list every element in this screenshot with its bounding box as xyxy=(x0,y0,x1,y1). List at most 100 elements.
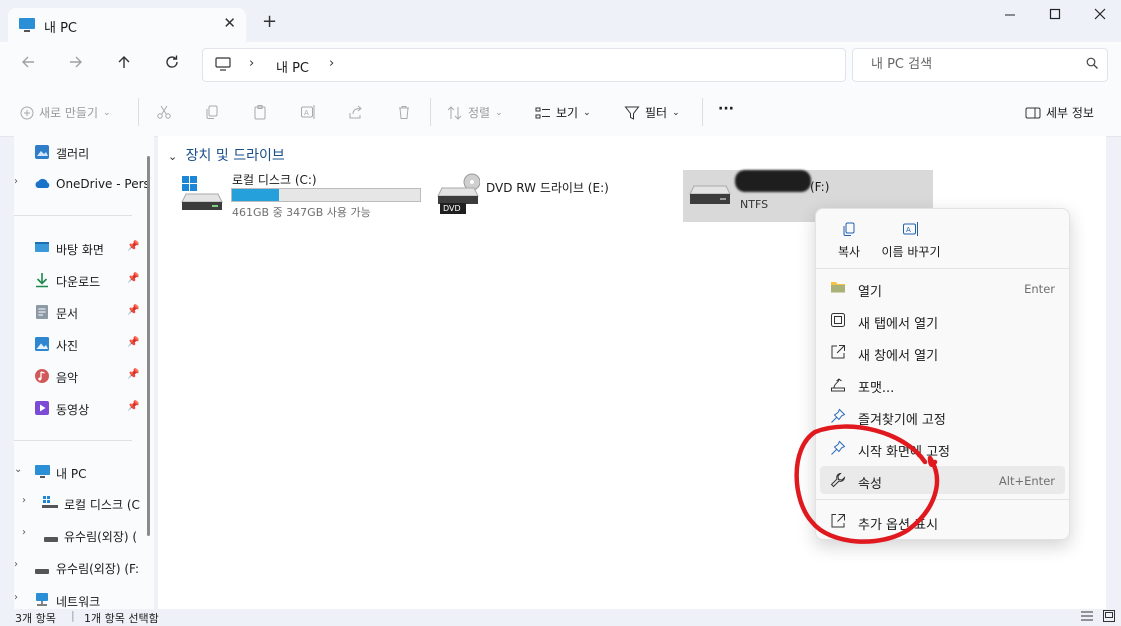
gallery-icon xyxy=(34,144,50,163)
details-label: 세부 정보 xyxy=(1046,106,1094,120)
sidebar-item-label: OneDrive - Pers xyxy=(56,177,150,191)
filter-button[interactable]: 필터 ⌄ xyxy=(624,104,680,121)
chevron-right-icon[interactable]: › xyxy=(249,56,254,71)
menu-label: 새 탭에서 열기 xyxy=(858,317,939,332)
monitor-icon xyxy=(215,57,231,75)
sidebar-item-desktop[interactable]: 바탕 화면 📌 xyxy=(14,236,154,260)
pin-icon xyxy=(830,440,846,459)
details-view-icon[interactable] xyxy=(1081,610,1093,625)
chevron-down-icon: ⌄ xyxy=(672,107,680,118)
drive-item-e[interactable]: DVD DVD RW 드라이브 (E:) xyxy=(432,170,668,218)
more-options-icon xyxy=(830,513,846,532)
chevron-right-icon[interactable]: › xyxy=(22,495,26,506)
svg-text:A: A xyxy=(304,109,309,117)
chevron-right-icon[interactable]: › xyxy=(14,592,18,603)
search-input[interactable] xyxy=(869,56,1073,73)
pin-icon: 📌 xyxy=(127,305,140,316)
menu-item-open-new-tab[interactable]: 새 탭에서 열기 xyxy=(820,306,1065,334)
sidebar-item-usb-drive[interactable]: › 유수림(외장) ( xyxy=(14,523,154,547)
menu-label: 열기 xyxy=(858,285,882,300)
delete-button[interactable] xyxy=(396,104,412,120)
sidebar-item-network[interactable]: › 네트워크 xyxy=(14,588,154,609)
sidebar-item-usb-drive-f[interactable]: › 유수림(외장) (F: xyxy=(14,555,154,579)
chevron-right-icon[interactable]: › xyxy=(329,56,334,71)
menu-item-open-new-window[interactable]: 새 창에서 열기 xyxy=(820,338,1065,366)
details-pane-button[interactable]: 세부 정보 xyxy=(1025,104,1094,121)
sidebar-item-this-pc[interactable]: ⌄ 내 PC xyxy=(14,460,154,484)
rename-button[interactable]: A xyxy=(300,104,316,120)
sidebar-item-onedrive[interactable]: › OneDrive - Pers xyxy=(14,172,154,196)
minimize-button[interactable] xyxy=(1004,6,1016,24)
chevron-down-icon[interactable]: ⌄ xyxy=(14,464,22,475)
sort-button[interactable]: 정렬 ⌄ xyxy=(447,104,503,121)
more-options-button[interactable]: ··· xyxy=(718,101,734,117)
chevron-down-icon: ⌄ xyxy=(103,107,111,118)
cut-button[interactable] xyxy=(156,104,172,120)
tab-this-pc[interactable]: 내 PC ✕ xyxy=(8,8,246,42)
view-button[interactable]: 보기 ⌄ xyxy=(535,104,591,121)
menu-item-pin-start[interactable]: 시작 화면에 고정 xyxy=(820,434,1065,462)
menu-item-pin-favorites[interactable]: 즐겨찾기에 고정 xyxy=(820,402,1065,430)
menu-item-show-more-options[interactable]: 추가 옵션 표시 xyxy=(820,507,1065,535)
details-pane-icon xyxy=(1025,107,1041,118)
drive-name: 로컬 디스크 (C:) xyxy=(232,173,317,187)
copy-label: 복사 xyxy=(837,245,861,259)
rename-icon: A xyxy=(301,105,315,119)
close-window-button[interactable] xyxy=(1094,6,1106,24)
wrench-icon xyxy=(830,472,846,491)
chevron-right-icon[interactable]: › xyxy=(14,176,18,187)
drive-item-c[interactable]: 로컬 디스크 (C:) 461GB 중 347GB 사용 가능 xyxy=(176,170,424,219)
new-button[interactable]: 새로 만들기 ⌄ xyxy=(20,104,111,121)
menu-item-open[interactable]: 열기 Enter xyxy=(820,274,1065,302)
back-button[interactable] xyxy=(20,54,36,75)
group-title: 장치 및 드라이브 xyxy=(185,148,285,164)
copy-icon xyxy=(206,105,218,119)
sidebar-item-local-disk[interactable]: › 로컬 디스크 (C xyxy=(14,491,154,515)
forward-button[interactable] xyxy=(68,54,84,75)
monitor-icon xyxy=(18,17,36,36)
copy-button[interactable] xyxy=(204,104,220,120)
tiles-view-icon[interactable] xyxy=(1103,610,1115,625)
maximize-button[interactable] xyxy=(1049,6,1061,24)
address-bar[interactable]: › 내 PC › xyxy=(202,48,846,82)
menu-item-format[interactable]: 포맷... xyxy=(820,370,1065,398)
chevron-down-icon: ⌄ xyxy=(495,107,503,118)
download-icon xyxy=(34,272,50,291)
folder-icon xyxy=(830,280,846,297)
chevron-right-icon[interactable]: › xyxy=(14,559,18,570)
cloud-icon xyxy=(34,178,51,192)
divider xyxy=(138,98,139,126)
sidebar-item-videos[interactable]: 동영상 📌 xyxy=(14,396,154,420)
rename-button[interactable]: A 이름 바꾸기 xyxy=(874,221,948,260)
status-bar: 3개 항목 | 1개 항목 선택함 xyxy=(0,609,1121,625)
sidebar-item-music[interactable]: 음악 📌 xyxy=(14,364,154,388)
chevron-right-icon[interactable]: › xyxy=(22,527,26,538)
sidebar-item-documents[interactable]: 문서 📌 xyxy=(14,300,154,324)
sidebar-item-pictures[interactable]: 사진 📌 xyxy=(14,332,154,356)
sidebar-scrollbar[interactable] xyxy=(147,156,150,536)
up-button[interactable] xyxy=(116,54,132,75)
sidebar-item-downloads[interactable]: 다운로드 📌 xyxy=(14,268,154,292)
copy-button[interactable]: 복사 xyxy=(828,221,870,260)
share-icon xyxy=(349,105,362,119)
share-button[interactable] xyxy=(348,104,364,120)
monitor-icon xyxy=(34,464,51,482)
sidebar-item-label: 네트워크 xyxy=(56,595,101,609)
menu-item-properties[interactable]: 속성 Alt+Enter xyxy=(820,466,1065,494)
search-box[interactable] xyxy=(852,48,1108,82)
sidebar-item-label: 로컬 디스크 (C xyxy=(64,498,140,512)
drive-icon xyxy=(35,564,49,578)
format-drive-icon xyxy=(830,376,846,395)
refresh-button[interactable] xyxy=(164,54,180,75)
sidebar-item-gallery[interactable]: 갤러리 xyxy=(14,140,154,164)
new-tab-button[interactable]: + xyxy=(262,13,277,31)
video-icon xyxy=(34,400,50,419)
group-header[interactable]: ⌄ 장치 및 드라이브 xyxy=(168,145,285,165)
sidebar-item-label: 내 PC xyxy=(56,467,87,481)
breadcrumb-this-pc[interactable]: 내 PC xyxy=(276,57,309,76)
close-tab-button[interactable]: ✕ xyxy=(223,14,236,32)
divider xyxy=(14,215,132,216)
paste-button[interactable] xyxy=(252,104,268,120)
menu-shortcut: Alt+Enter xyxy=(998,474,1055,488)
filter-icon xyxy=(624,106,640,120)
